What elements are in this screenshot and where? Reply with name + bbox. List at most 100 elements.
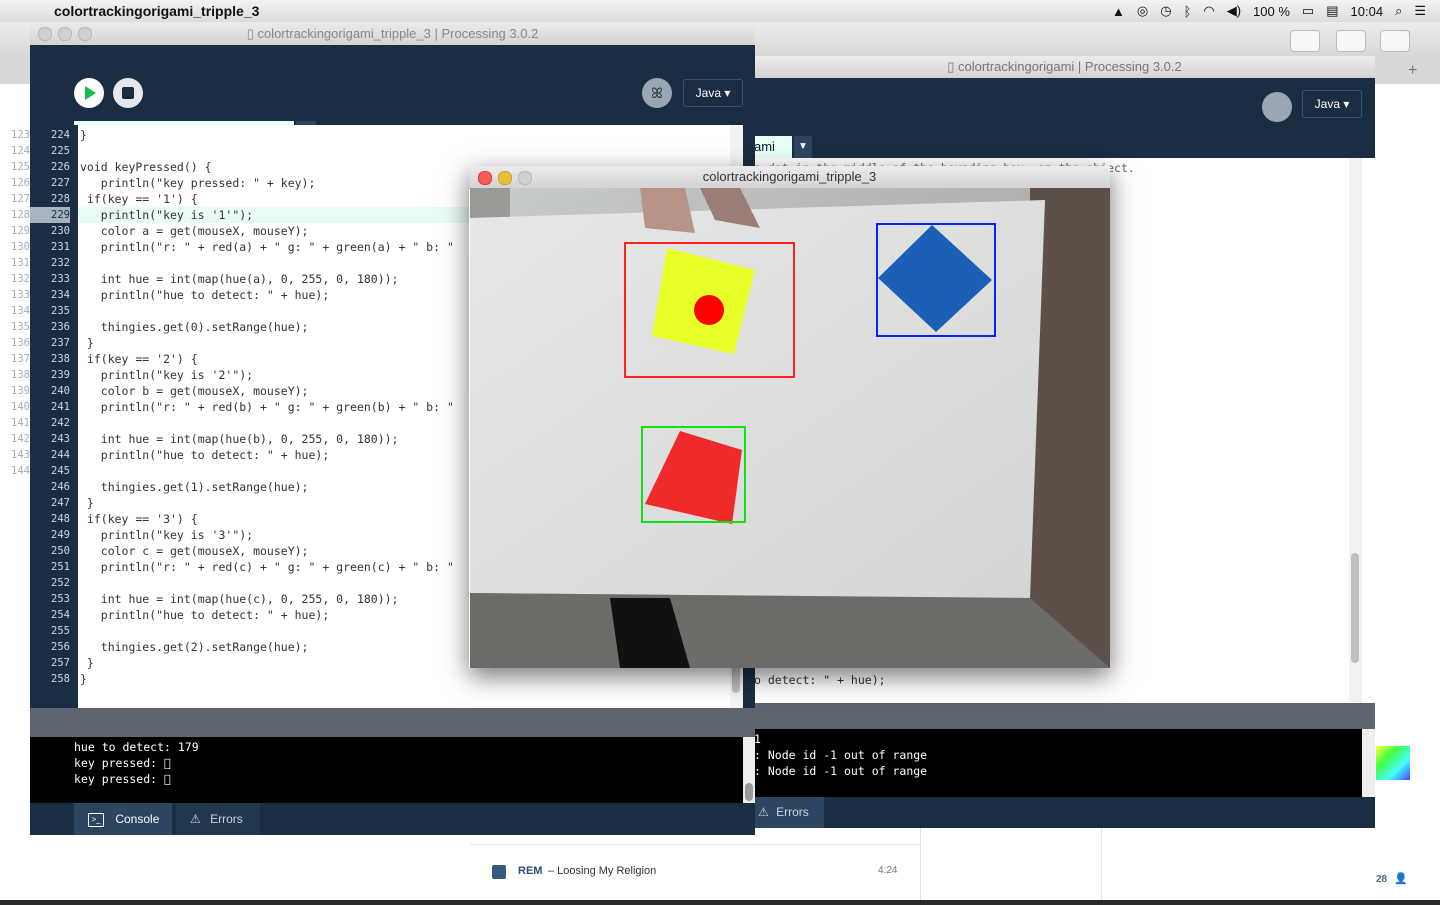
code-line: o detect: " + hue); (754, 673, 886, 687)
minimize-button[interactable] (498, 171, 512, 185)
line-number: 245 (51, 465, 70, 477)
run-button[interactable] (74, 78, 104, 108)
line-number: 230 (51, 225, 70, 237)
debugger-button[interactable] (1262, 92, 1292, 122)
line-number: 232 (51, 257, 70, 269)
code-line: color a = get(mouseX, mouseY); (80, 224, 309, 238)
console-line: hue to detect: 179 (74, 740, 199, 754)
code-line: void keyPressed() { (80, 160, 212, 174)
mode-select[interactable]: Java ▾ (1302, 90, 1362, 118)
creative-cloud-icon[interactable]: ◎ (1137, 3, 1148, 19)
volume-icon[interactable]: ◀) (1227, 3, 1241, 19)
console-output: hue to detect: 179 key pressed: ￿ key pr… (30, 737, 743, 803)
new-tab-icon[interactable]: + (1408, 62, 1417, 80)
code-line: } (80, 128, 87, 142)
tabs-overview-button[interactable] (1336, 30, 1366, 52)
camera-canvas[interactable] (470, 188, 1110, 668)
code-line: println("key pressed: " + key); (80, 176, 316, 190)
line-number: 235 (51, 305, 70, 317)
clock[interactable]: 10:04 (1351, 4, 1384, 19)
window2-editor-scrollbar[interactable] (1349, 158, 1362, 703)
window2-tab[interactable]: ami (754, 136, 792, 158)
track-artist[interactable]: REM (518, 865, 542, 877)
line-number: 244 (51, 449, 70, 461)
window2-tab-row: ami ▼ (754, 136, 1375, 158)
scroll-thumb[interactable] (1351, 553, 1359, 663)
sketch-title: colortrackingorigami_tripple_3 (469, 166, 1110, 189)
errors-tab[interactable]: ⚠ Errors (176, 803, 260, 835)
editor-console-divider[interactable] (30, 708, 755, 737)
line-number: 258 (51, 673, 70, 685)
code-line: println("r: " + red(b) + " g: " + green(… (80, 400, 454, 414)
bluetooth-icon[interactable]: ᛒ (1184, 4, 1192, 19)
outer-line-number: 123 (11, 129, 30, 141)
stop-button[interactable] (113, 78, 143, 108)
active-app-name[interactable]: colortrackingorigami_tripple_3 (54, 3, 259, 19)
outer-line-number: 126 (11, 177, 30, 189)
line-number: 246 (51, 481, 70, 493)
butterfly-icon: ꕤ (651, 86, 663, 102)
console-tab[interactable]: >_ Console (74, 803, 172, 835)
line-number: 248 (51, 513, 70, 525)
wifi-icon[interactable]: ◠ (1203, 3, 1214, 19)
outer-line-number: 125 (11, 161, 30, 173)
spotlight-icon[interactable]: ⌕ (1395, 3, 1402, 19)
code-line: if(key == '1') { (80, 192, 198, 206)
window2-console-scrollbar[interactable] (1362, 729, 1375, 797)
downloads-button[interactable] (1380, 30, 1410, 52)
outer-line-number: 134 (11, 305, 30, 317)
share-button[interactable] (1290, 30, 1320, 52)
close-button[interactable] (38, 27, 52, 41)
battery-percent[interactable]: 100 % (1253, 4, 1290, 19)
line-number: 256 (51, 641, 70, 653)
outer-line-number: 124 (11, 145, 30, 157)
debugger-button[interactable]: ꕤ (642, 78, 672, 108)
code-line: } (80, 672, 87, 686)
scroll-thumb[interactable] (732, 665, 740, 693)
adobe-icon[interactable]: ▲ (1112, 4, 1125, 19)
code-line: if(key == '2') { (80, 352, 198, 366)
notification-center-icon[interactable]: ☰ (1414, 3, 1426, 19)
window2-bottom-bar: ⚠ Errors (754, 797, 1375, 828)
play-track-icon[interactable] (492, 865, 506, 879)
line-number: 237 (51, 337, 70, 349)
errors-tab[interactable]: ⚠ Errors (754, 797, 824, 828)
code-line: } (80, 336, 94, 350)
code-line: thingies.get(1).setRange(hue); (80, 480, 309, 494)
code-line: println("key is '1'"); (80, 208, 254, 222)
time-machine-icon[interactable]: ◷ (1160, 3, 1171, 19)
mode-select[interactable]: Java ▾ (683, 79, 743, 107)
camera-frame (470, 188, 1110, 668)
code-line: int hue = int(map(hue(c), 0, 255, 0, 180… (80, 592, 399, 606)
line-number: 242 (51, 417, 70, 429)
code-line: int hue = int(map(hue(a), 0, 255, 0, 180… (80, 272, 399, 286)
window2-toolbar: Java ▾ (754, 78, 1375, 136)
zoom-button[interactable] (78, 27, 92, 41)
track-title[interactable]: – Loosing My Religion (548, 865, 656, 877)
document-icon: ▯ (246, 26, 258, 41)
outer-line-number: 142 (11, 433, 30, 445)
line-number: 234 (51, 289, 70, 301)
thumbnail-image[interactable] (1376, 746, 1410, 780)
close-button[interactable] (478, 171, 492, 185)
code-line: println("hue to detect: " + hue); (80, 288, 330, 302)
zoom-button[interactable] (518, 171, 532, 185)
line-number: 227 (51, 177, 70, 189)
playlist-row[interactable]: REM – Loosing My Religion 4:24 (470, 844, 920, 905)
scroll-thumb[interactable] (745, 783, 753, 801)
console-line: : Node id -1 out of range (754, 748, 928, 762)
flag-icon[interactable]: ▤ (1326, 3, 1338, 19)
line-number: 238 (51, 353, 70, 365)
window2-divider[interactable] (754, 703, 1375, 729)
tab-menu-arrow[interactable]: ▼ (794, 136, 812, 158)
line-number: 250 (51, 545, 70, 557)
track-duration: 4:24 (878, 865, 898, 876)
line-number: 254 (51, 609, 70, 621)
terminal-icon: >_ (88, 812, 104, 827)
code-line: println("key is '2'"); (80, 368, 254, 382)
console-scrollbar[interactable] (743, 737, 755, 803)
line-number: 229 (30, 207, 70, 223)
battery-icon[interactable]: ▭ (1302, 3, 1314, 19)
minimize-button[interactable] (58, 27, 72, 41)
code-line: println("hue to detect: " + hue); (80, 608, 330, 622)
